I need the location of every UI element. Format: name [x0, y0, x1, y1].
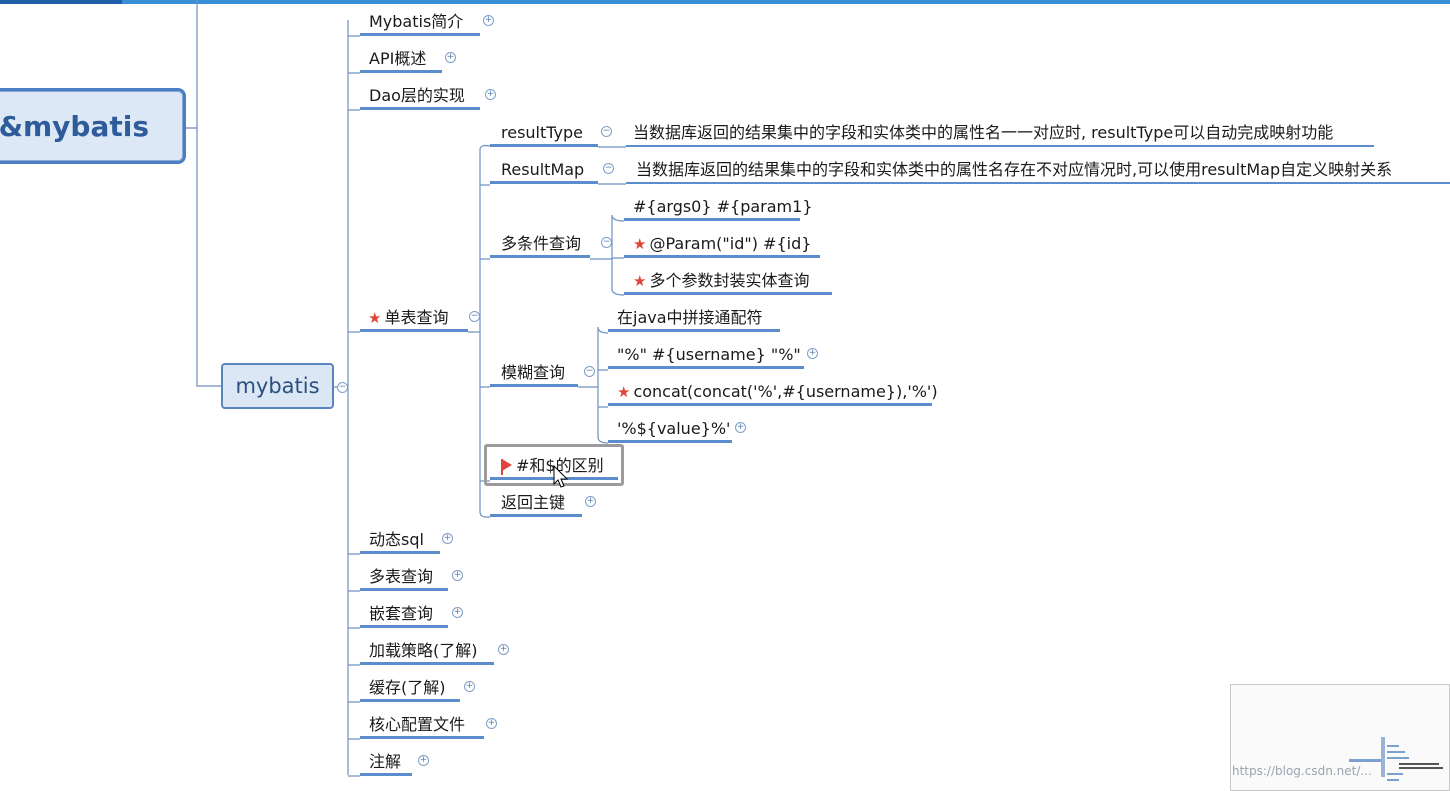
minimap-node	[1387, 751, 1405, 753]
topic-label: 动态sql	[369, 530, 424, 549]
expand-dynamic-sql-button[interactable]: +	[442, 533, 453, 544]
resulttype-description[interactable]: 当数据库返回的结果集中的字段和实体类中的属性名一一对应时, resultType…	[626, 121, 1374, 147]
topic-core-config[interactable]: 核心配置文件	[360, 713, 484, 739]
topic-resultmap[interactable]: ResultMap	[490, 158, 598, 184]
topic-loading-strategy[interactable]: 加载策略(了解)	[360, 639, 494, 665]
minimap-node	[1381, 737, 1385, 777]
minimap-node	[1399, 767, 1443, 769]
expand-quoted-username-button[interactable]: +	[807, 348, 818, 359]
expand-return-key-button[interactable]: +	[585, 496, 596, 507]
topic-annotation[interactable]: 注解	[360, 750, 412, 776]
item-quoted-username[interactable]: "%" #{username} "%"	[608, 343, 804, 369]
collapse-multi-condition-button[interactable]: −	[601, 237, 612, 248]
topic-return-primary-key[interactable]: 返回主键	[490, 491, 582, 517]
item-label: #{args0} #{param1}	[633, 197, 813, 216]
topic-label: 缓存(了解)	[369, 678, 446, 697]
topic-nested-query[interactable]: 嵌套查询	[360, 602, 448, 628]
topic-label: 返回主键	[501, 493, 566, 512]
minimap-node	[1387, 757, 1409, 759]
minimap-node	[1399, 763, 1439, 765]
root-topic[interactable]: &mybatis	[0, 88, 186, 164]
expand-dao-layer-button[interactable]: +	[485, 89, 496, 100]
item-label: 多个参数封装实体查询	[649, 271, 810, 290]
expand-nested-query-button[interactable]: +	[452, 607, 463, 618]
topic-dynamic-sql[interactable]: 动态sql	[360, 528, 440, 554]
collapse-resulttype-button[interactable]: −	[601, 126, 612, 137]
topic-label: 加载策略(了解)	[369, 641, 478, 660]
star-icon: ★	[368, 309, 382, 327]
topic-label: resultType	[501, 123, 584, 142]
topic-label: Dao层的实现	[369, 86, 465, 105]
topic-resulttype[interactable]: resultType	[490, 121, 598, 147]
central-topic-mybatis[interactable]: mybatis	[221, 363, 334, 409]
expand-cache-button[interactable]: +	[464, 681, 475, 692]
star-icon: ★	[617, 383, 631, 401]
item-label: '%${value}%'	[617, 419, 731, 438]
topic-label: API概述	[369, 49, 427, 68]
topic-single-table-query[interactable]: ★ 单表查询	[360, 306, 468, 332]
topic-dao-layer[interactable]: Dao层的实现	[360, 84, 480, 110]
watermark-text: https://blog.csdn.net/...	[1232, 764, 1372, 778]
expand-annotation-button[interactable]: +	[418, 755, 429, 766]
topic-label: Mybatis简介	[369, 12, 464, 31]
item-concat[interactable]: ★ concat(concat('%',#{username}),'%')	[608, 380, 938, 406]
collapse-resultmap-button[interactable]: −	[603, 163, 614, 174]
topic-label: 核心配置文件	[369, 715, 466, 734]
expand-multi-table-button[interactable]: +	[452, 570, 463, 581]
topic-label: 注解	[369, 752, 402, 771]
minimap-node	[1387, 779, 1399, 781]
item-args-param[interactable]: #{args0} #{param1}	[624, 195, 813, 221]
item-value-placeholder[interactable]: '%${value}%'	[608, 417, 732, 443]
topic-label: 多表查询	[369, 567, 434, 586]
resultmap-description[interactable]: 当数据库返回的结果集中的字段和实体类中的属性名存在不对应情况时,可以使用resu…	[626, 158, 1450, 184]
topic-label: 嵌套查询	[369, 604, 434, 623]
central-topic-label: mybatis	[235, 374, 320, 398]
description-text: 当数据库返回的结果集中的字段和实体类中的属性名存在不对应情况时,可以使用resu…	[636, 160, 1393, 179]
topic-cache[interactable]: 缓存(了解)	[360, 676, 460, 702]
topic-label: ResultMap	[501, 160, 585, 179]
mouse-cursor-icon	[553, 465, 569, 488]
expand-value-placeholder-button[interactable]: +	[735, 422, 746, 433]
minimap-node	[1349, 759, 1381, 762]
item-param-annotation[interactable]: ★ @Param("id") #{id}	[624, 232, 820, 258]
description-text: 当数据库返回的结果集中的字段和实体类中的属性名一一对应时, resultType…	[633, 123, 1334, 142]
minimap-node	[1387, 745, 1399, 747]
collapse-mybatis-button[interactable]: −	[337, 382, 348, 393]
topic-api-overview[interactable]: API概述	[360, 47, 442, 73]
expand-core-config-button[interactable]: +	[486, 718, 497, 729]
star-icon: ★	[633, 235, 647, 253]
item-label: 在java中拼接通配符	[617, 308, 763, 327]
star-icon: ★	[633, 272, 647, 290]
item-label: concat(concat('%',#{username}),'%')	[633, 382, 938, 401]
topic-label: 单表查询	[384, 308, 449, 327]
topic-multi-table-query[interactable]: 多表查询	[360, 565, 448, 591]
expand-mybatis-intro-button[interactable]: +	[483, 15, 494, 26]
collapse-fuzzy-query-button[interactable]: −	[584, 366, 595, 377]
item-label: @Param("id") #{id}	[649, 234, 812, 253]
expand-api-overview-button[interactable]: +	[445, 52, 456, 63]
topic-multi-condition-query[interactable]: 多条件查询	[490, 232, 590, 258]
topic-fuzzy-query[interactable]: 模糊查询	[490, 361, 578, 387]
topic-label: 模糊查询	[501, 363, 566, 382]
topic-label: 多条件查询	[501, 234, 582, 253]
item-label: "%" #{username} "%"	[617, 345, 801, 364]
minimap-node	[1387, 773, 1403, 775]
expand-loading-strategy-button[interactable]: +	[498, 644, 509, 655]
item-java-wildcard[interactable]: 在java中拼接通配符	[608, 306, 780, 332]
root-topic-label: &mybatis	[0, 109, 149, 143]
collapse-single-table-button[interactable]: −	[469, 311, 480, 322]
item-entity-query[interactable]: ★ 多个参数封装实体查询	[624, 269, 832, 295]
topic-mybatis-intro[interactable]: Mybatis简介	[360, 10, 480, 36]
flag-icon	[501, 459, 512, 475]
